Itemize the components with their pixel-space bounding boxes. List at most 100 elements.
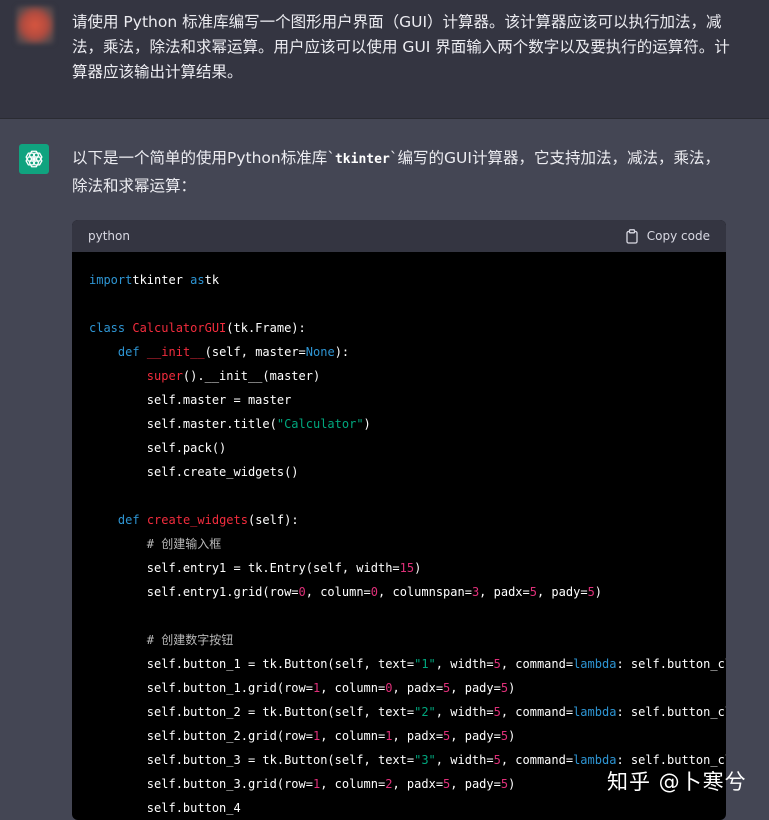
code-token: self.button_2.grid(row= bbox=[89, 729, 313, 743]
code-token: : self.button_clic bbox=[616, 753, 726, 767]
code-line: importtkinter astk bbox=[89, 268, 726, 292]
assistant-message: 以下是一个简单的使用Python标准库`tkinter`编写的GUI计算器，它支… bbox=[0, 119, 769, 820]
code-token: self.button_1 = tk.Button(self, text= bbox=[89, 657, 415, 671]
code-token: , width= bbox=[435, 657, 494, 671]
code-token: , column= bbox=[320, 681, 386, 695]
code-line: def __init__(self, master=None): bbox=[89, 340, 726, 364]
code-token: , command= bbox=[500, 753, 574, 767]
code-token: 5 bbox=[529, 585, 537, 599]
code-token: , pady= bbox=[450, 777, 501, 791]
code-token: self.master.title( bbox=[89, 417, 277, 431]
code-token: , column= bbox=[305, 585, 371, 599]
code-token: , column= bbox=[320, 729, 386, 743]
code-token: "2" bbox=[414, 705, 436, 719]
copy-code-button[interactable]: Copy code bbox=[625, 228, 710, 244]
code-token: , padx= bbox=[392, 777, 444, 791]
code-token: class bbox=[89, 321, 126, 335]
code-token: 5 bbox=[493, 657, 501, 671]
code-token: 5 bbox=[500, 777, 509, 791]
code-token: self.button_2 = tk.Button(self, text= bbox=[89, 705, 415, 719]
code-token: super bbox=[146, 369, 183, 383]
code-token: self.button_4 bbox=[89, 801, 241, 815]
code-token: __init__ bbox=[146, 345, 205, 359]
code-token: , column= bbox=[320, 777, 386, 791]
code-token: (tk.Frame): bbox=[226, 321, 306, 335]
code-token: , command= bbox=[500, 657, 574, 671]
code-token: self.pack() bbox=[89, 441, 227, 455]
code-token: lambda bbox=[573, 753, 617, 767]
code-token: self.entry1 = tk.Entry(self, width= bbox=[89, 561, 400, 575]
code-token: , width= bbox=[435, 753, 494, 767]
code-token: , padx= bbox=[479, 585, 530, 599]
code-token: ) bbox=[363, 417, 371, 431]
code-token: lambda bbox=[573, 705, 617, 719]
code-token: None bbox=[305, 345, 335, 359]
code-line: self.master.title("Calculator") bbox=[89, 412, 726, 436]
code-token: tkinter bbox=[132, 273, 191, 287]
code-content: importtkinter astk class CalculatorGUI(tk… bbox=[72, 252, 726, 820]
code-line: self.create_widgets() bbox=[89, 460, 726, 484]
code-token: ) bbox=[414, 561, 422, 575]
code-token: ) bbox=[508, 681, 516, 695]
code-token: ) bbox=[594, 585, 603, 599]
code-token: def bbox=[117, 345, 140, 359]
code-block: python Copy code importtkinter astk class… bbox=[72, 220, 726, 820]
chatgpt-logo-icon bbox=[19, 144, 49, 174]
code-token: 15 bbox=[399, 561, 415, 575]
code-token: (self): bbox=[247, 513, 299, 527]
code-token: (self, master= bbox=[204, 345, 306, 359]
code-token: 5 bbox=[500, 729, 509, 743]
code-token: , pady= bbox=[450, 729, 501, 743]
code-token: , width= bbox=[435, 705, 494, 719]
code-line: self.button_1 = tk.Button(self, text="1"… bbox=[89, 652, 726, 676]
code-token: 5 bbox=[493, 753, 501, 767]
assistant-message-text: 以下是一个简单的使用Python标准库`tkinter`编写的GUI计算器，它支… bbox=[72, 145, 722, 200]
code-token: "3" bbox=[414, 753, 436, 767]
code-token: ): bbox=[334, 345, 350, 359]
code-token: , padx= bbox=[392, 729, 444, 743]
code-token: self.button_3 = tk.Button(self, text= bbox=[89, 753, 415, 767]
code-token: import bbox=[89, 273, 133, 287]
code-block-header: python Copy code bbox=[72, 220, 726, 252]
code-line: self.button_2.grid(row=1, column=1, padx… bbox=[89, 724, 726, 748]
code-line: self.button_4 bbox=[89, 796, 726, 820]
code-line: super().__init__(master) bbox=[89, 364, 726, 388]
code-token: ) bbox=[508, 777, 516, 791]
code-token: , padx= bbox=[392, 681, 444, 695]
code-token: self.master = master bbox=[89, 393, 292, 407]
code-token: : self.button_clic bbox=[616, 705, 726, 719]
code-line: self.entry1.grid(row=0, column=0, column… bbox=[89, 580, 726, 604]
code-token: , columnspan= bbox=[378, 585, 472, 599]
code-token: # 创建输入框 bbox=[146, 537, 222, 551]
code-token: 5 bbox=[587, 585, 595, 599]
code-token: def bbox=[117, 513, 140, 527]
code-line: # 创建数字按钮 bbox=[89, 628, 726, 652]
code-token: 0 bbox=[370, 585, 379, 599]
code-token: self.create_widgets() bbox=[89, 465, 299, 479]
code-line: self.button_2 = tk.Button(self, text="2"… bbox=[89, 700, 726, 724]
code-token: create_widgets bbox=[146, 513, 248, 527]
code-line: self.entry1 = tk.Entry(self, width=15) bbox=[89, 556, 726, 580]
code-token: "Calculator" bbox=[276, 417, 364, 431]
code-token: , pady= bbox=[450, 681, 501, 695]
code-token: self.button_1.grid(row= bbox=[89, 681, 313, 695]
code-token: self.button_3.grid(row= bbox=[89, 777, 313, 791]
user-message: 请使用 Python 标准库编写一个图形用户界面（GUI）计算器。该计算器应该可… bbox=[0, 0, 769, 119]
code-token: 5 bbox=[493, 705, 501, 719]
code-line: def create_widgets(self): bbox=[89, 508, 726, 532]
code-token: 0 bbox=[298, 585, 306, 599]
code-line: class CalculatorGUI(tk.Frame): bbox=[89, 316, 726, 340]
code-line: # 创建输入框 bbox=[89, 532, 726, 556]
code-token: "1" bbox=[414, 657, 436, 671]
code-token: as bbox=[190, 273, 205, 287]
code-token: , pady= bbox=[536, 585, 588, 599]
code-token: ) bbox=[508, 729, 516, 743]
